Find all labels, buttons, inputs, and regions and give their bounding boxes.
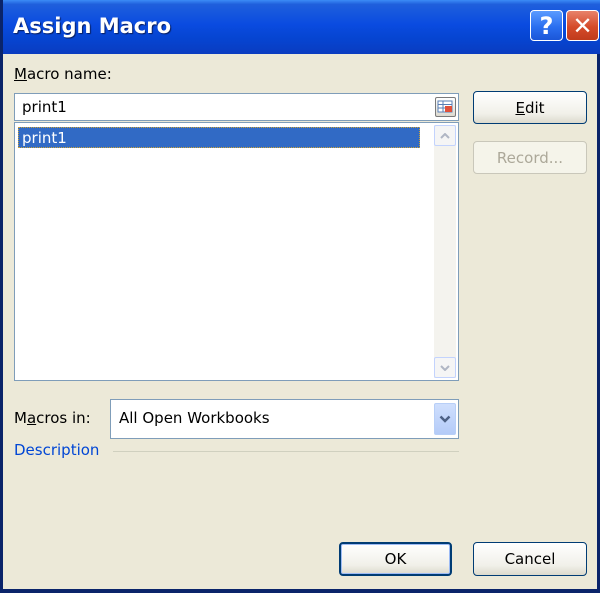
help-button[interactable]: ? (530, 10, 563, 41)
window-bottom-border (3, 589, 600, 593)
vertical-scrollbar[interactable] (434, 125, 456, 378)
edit-button-label: Edit (515, 98, 545, 117)
close-icon: ✕ (572, 11, 593, 40)
close-button[interactable]: ✕ (566, 10, 599, 41)
edit-button[interactable]: Edit (473, 91, 587, 124)
description-label: Description (14, 441, 100, 459)
help-icon: ? (539, 11, 554, 40)
ok-button[interactable]: OK (339, 542, 452, 576)
macros-in-value: All Open Workbooks (119, 409, 270, 427)
range-select-icon (437, 100, 453, 113)
record-button[interactable]: Record... (473, 141, 587, 174)
chevron-down-icon (440, 364, 450, 371)
record-button-label: Record... (496, 148, 564, 167)
macro-name-label: Macro name: (14, 65, 112, 83)
scroll-up-button[interactable] (434, 125, 456, 146)
collapse-dialog-button[interactable] (435, 97, 456, 117)
chevron-up-icon (440, 132, 450, 139)
assign-macro-dialog: Assign Macro ? ✕ Macro name: print1 prin… (0, 0, 600, 593)
cancel-button[interactable]: Cancel (473, 542, 587, 576)
macros-in-select[interactable]: All Open Workbooks (110, 399, 459, 439)
ok-button-label: OK (384, 550, 407, 568)
list-item[interactable]: print1 (18, 127, 420, 148)
cancel-button-label: Cancel (504, 550, 556, 568)
macro-name-input[interactable]: print1 (14, 93, 459, 121)
description-divider (113, 451, 459, 452)
scroll-down-button[interactable] (434, 357, 456, 378)
macro-list[interactable]: print1 (14, 122, 459, 381)
dialog-title: Assign Macro (13, 14, 172, 38)
dropdown-button[interactable] (434, 403, 456, 435)
title-bar[interactable]: Assign Macro ? ✕ (3, 0, 600, 54)
list-item-label: print1 (22, 129, 67, 147)
chevron-down-icon (439, 415, 451, 423)
macro-name-value: print1 (22, 98, 67, 116)
macros-in-label: Macros in: (14, 409, 91, 427)
